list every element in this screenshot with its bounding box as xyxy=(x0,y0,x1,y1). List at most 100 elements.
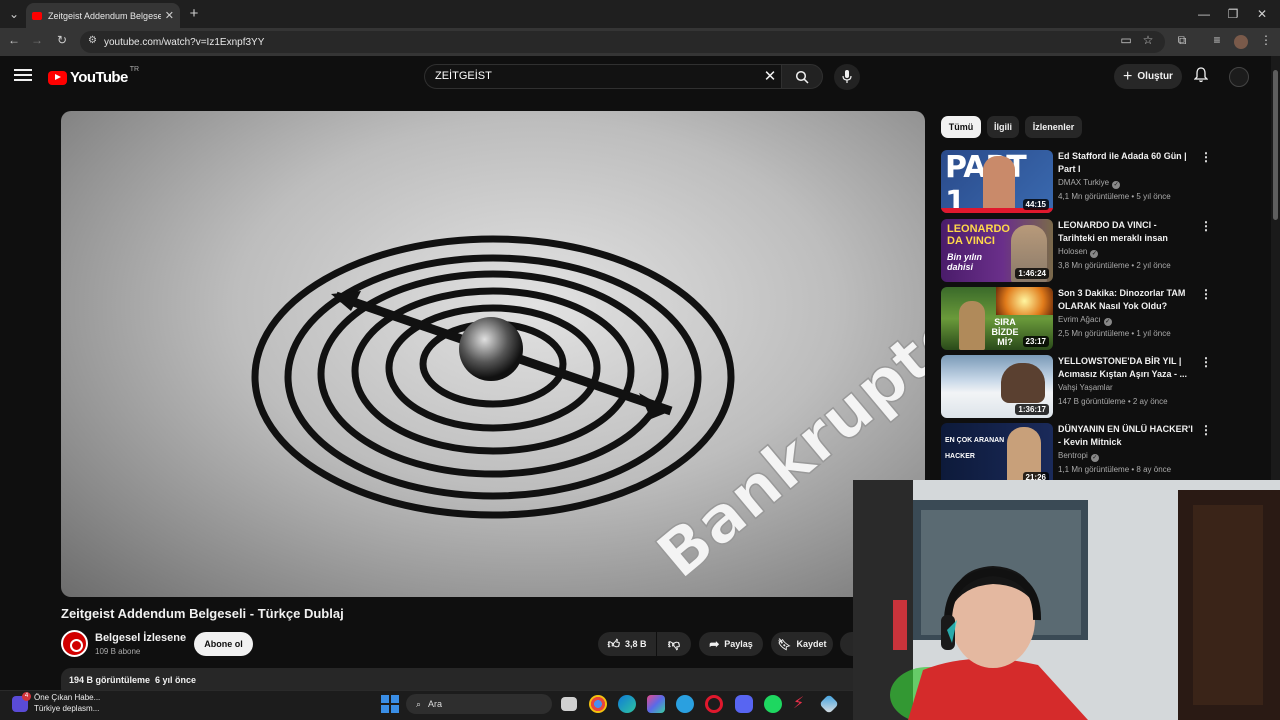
more-options-icon[interactable]: ⋮ xyxy=(1200,423,1211,437)
recommendation-item[interactable]: EN ÇOK ARANAN HACKER 21:26 DÜNYANIN EN Ü… xyxy=(941,423,1211,480)
forward-icon[interactable]: → xyxy=(28,33,46,47)
create-button[interactable]: + Oluştur xyxy=(1114,64,1182,89)
webcam-overlay xyxy=(853,480,1280,720)
video-player[interactable]: Bankruptcy xyxy=(61,111,925,597)
hamburger-menu-icon[interactable] xyxy=(14,69,32,83)
account-avatar[interactable] xyxy=(1229,67,1249,87)
back-icon[interactable]: ← xyxy=(5,33,23,47)
thumbnail-text: EN ÇOK ARANAN HACKER xyxy=(945,437,1005,460)
voice-search-button[interactable] xyxy=(834,64,860,90)
recommendation-channel[interactable]: Vahşi Yaşamlar xyxy=(1058,383,1113,392)
scrollbar-thumb[interactable] xyxy=(1273,70,1278,220)
opera-app-icon[interactable] xyxy=(705,695,723,713)
duration-badge: 1:46:24 xyxy=(1015,268,1049,279)
dislike-button[interactable]: 👎︎ xyxy=(657,632,691,656)
profile-avatar[interactable] xyxy=(1234,35,1248,49)
new-tab-icon[interactable]: + xyxy=(184,0,204,28)
menu-dots-icon[interactable]: ⋮ xyxy=(1257,33,1275,47)
thumbnail-explosion xyxy=(996,287,1053,315)
webcam-feed xyxy=(853,480,1280,720)
more-options-icon[interactable]: ⋮ xyxy=(1200,355,1212,369)
browser-tab[interactable]: Zeitgeist Addendum Belgeseli - ✕ xyxy=(26,3,180,28)
media-control-icon[interactable]: ≡ xyxy=(1208,33,1226,47)
recommendation-channel[interactable]: DMAX Turkiye ✓ xyxy=(1058,178,1121,189)
spotify-app-icon[interactable] xyxy=(764,695,782,713)
video-thumbnail[interactable]: LEONARDO DA VINCI Bin yılın dahisi 1:46:2… xyxy=(941,219,1053,282)
more-options-icon[interactable]: ⋮ xyxy=(1200,287,1212,301)
extensions-icon[interactable]: ⧉ xyxy=(1173,33,1191,48)
recommendation-item[interactable]: 1:36:17 YELLOWSTONE'DA BİR YIL | Acıması… xyxy=(941,355,1212,419)
recommendation-title[interactable]: DÜNYANIN EN ÜNLÜ HACKER'I - Kevin Mitnic… xyxy=(1058,423,1194,448)
reload-icon[interactable]: ↻ xyxy=(53,33,71,47)
thumbnail-person xyxy=(959,301,985,350)
lightning-app-icon[interactable]: ⚡︎ xyxy=(793,693,804,713)
chip-related[interactable]: İlgili xyxy=(987,116,1019,138)
channel-avatar[interactable] xyxy=(61,630,88,657)
bookmark-star-icon[interactable]: ☆ xyxy=(1139,33,1157,47)
upload-age: 6 yıl önce xyxy=(155,675,197,685)
task-view-icon[interactable] xyxy=(561,697,577,711)
notifications-bell-icon[interactable] xyxy=(1190,67,1212,87)
telegram-app-icon[interactable] xyxy=(676,695,694,713)
video-thumbnail[interactable]: PART 1 44:15 xyxy=(941,150,1053,213)
chip-all[interactable]: Tümü xyxy=(941,116,981,138)
video-frame: Bankruptcy xyxy=(251,235,925,594)
search-button[interactable] xyxy=(781,64,823,89)
windows-start-icon[interactable] xyxy=(381,695,399,713)
copilot-app-icon[interactable] xyxy=(647,695,665,713)
recommendation-meta: 2,5 Mn görüntüleme • 1 yıl önce xyxy=(1058,329,1171,338)
video-thumbnail[interactable]: SIRA BİZDE Mİ? 23:17 xyxy=(941,287,1053,350)
taskbar-search[interactable]: ⌕ Ara xyxy=(406,694,552,714)
recommendation-title[interactable]: Son 3 Dakika: Dinozorlar TAM OLARAK Nası… xyxy=(1058,287,1194,312)
tab-title: Zeitgeist Addendum Belgeseli - xyxy=(48,10,161,21)
recommendation-channel[interactable]: Evrim Ağacı ✓ xyxy=(1058,315,1112,326)
recommendation-channel[interactable]: Bentropi ✓ xyxy=(1058,451,1099,462)
recommendation-item[interactable]: PART 1 44:15 Ed Stafford ile Adada 60 Gü… xyxy=(941,150,1212,214)
duration-badge: 1:36:17 xyxy=(1015,404,1049,415)
restore-icon[interactable]: ❐ xyxy=(1223,0,1243,28)
share-button[interactable]: ➦ Paylaş xyxy=(699,632,763,656)
recommendation-item[interactable]: SIRA BİZDE Mİ? 23:17 Son 3 Dakika: Dinoz… xyxy=(941,287,1212,351)
recommendation-meta: 4,1 Mn görüntüleme • 5 yıl önce xyxy=(1058,192,1171,201)
recommendation-meta: 1,1 Mn görüntüleme • 8 ay önce xyxy=(1058,465,1172,474)
like-count: 3,8 B xyxy=(625,639,647,649)
minimize-icon[interactable]: — xyxy=(1194,0,1214,28)
video-title: Zeitgeist Addendum Belgeseli - Türkçe Du… xyxy=(61,606,344,621)
more-options-icon[interactable]: ⋮ xyxy=(1200,150,1212,164)
video-thumbnail[interactable]: 1:36:17 xyxy=(941,355,1053,418)
address-bar[interactable]: ⚙ youtube.com/watch?v=Iz1Exnpf3YY xyxy=(80,31,1165,53)
video-stats: 194 B görüntüleme 6 yıl önce xyxy=(69,675,196,685)
save-button[interactable]: 🔖︎ Kaydet xyxy=(771,632,833,656)
channel-name[interactable]: Belgesel İzlesene xyxy=(95,632,186,644)
chip-watched[interactable]: İzlenenler xyxy=(1025,116,1082,138)
like-button[interactable]: 👍︎ 3,8 B xyxy=(598,632,656,656)
recommendation-item[interactable]: LEONARDO DA VINCI Bin yılın dahisi 1:46:2… xyxy=(941,219,1212,283)
share-icon: ➦ xyxy=(709,637,720,651)
youtube-logo[interactable]: YouTube TR xyxy=(48,66,139,86)
recommendation-channel[interactable]: Holosen ✓ xyxy=(1058,247,1099,258)
site-info-icon[interactable]: ⚙ xyxy=(88,35,97,46)
recommendation-title[interactable]: LEONARDO DA VINCI - Tarihteki en meraklı… xyxy=(1058,219,1194,244)
news-headline[interactable]: Öne Çıkan Habe... xyxy=(34,693,100,702)
more-actions-button[interactable] xyxy=(840,632,853,656)
verified-icon: ✓ xyxy=(1090,454,1099,462)
discord-app-icon[interactable] xyxy=(735,695,753,713)
close-window-icon[interactable]: ✕ xyxy=(1252,0,1272,28)
recommendation-title[interactable]: YELLOWSTONE'DA BİR YIL | Acımasız Kıştan… xyxy=(1058,355,1194,380)
news-subtitle[interactable]: Türkiye deplasm... xyxy=(34,704,99,713)
chrome-app-icon[interactable] xyxy=(589,695,607,713)
more-options-icon[interactable]: ⋮ xyxy=(1200,219,1212,233)
youtube-play-icon xyxy=(48,70,67,85)
video-thumbnail[interactable]: EN ÇOK ARANAN HACKER 21:26 xyxy=(941,423,1053,480)
recommendation-title[interactable]: Ed Stafford ile Adada 60 Gün | Part I xyxy=(1058,150,1194,175)
edge-app-icon[interactable] xyxy=(618,695,636,713)
thumbnail-person xyxy=(983,156,1015,213)
cast-icon[interactable]: ▭ xyxy=(1117,33,1135,47)
clear-search-icon[interactable]: ✕ xyxy=(760,64,780,89)
tab-search-icon[interactable]: ⌄ xyxy=(4,0,24,28)
subscriber-count: 109 B abone xyxy=(95,647,141,656)
subscribe-button[interactable]: Abone ol xyxy=(194,632,253,656)
thumbs-up-icon: 👍︎ xyxy=(607,636,621,651)
search-input[interactable]: ZEİTGEİST xyxy=(424,64,781,89)
close-tab-icon[interactable]: ✕ xyxy=(165,9,174,22)
